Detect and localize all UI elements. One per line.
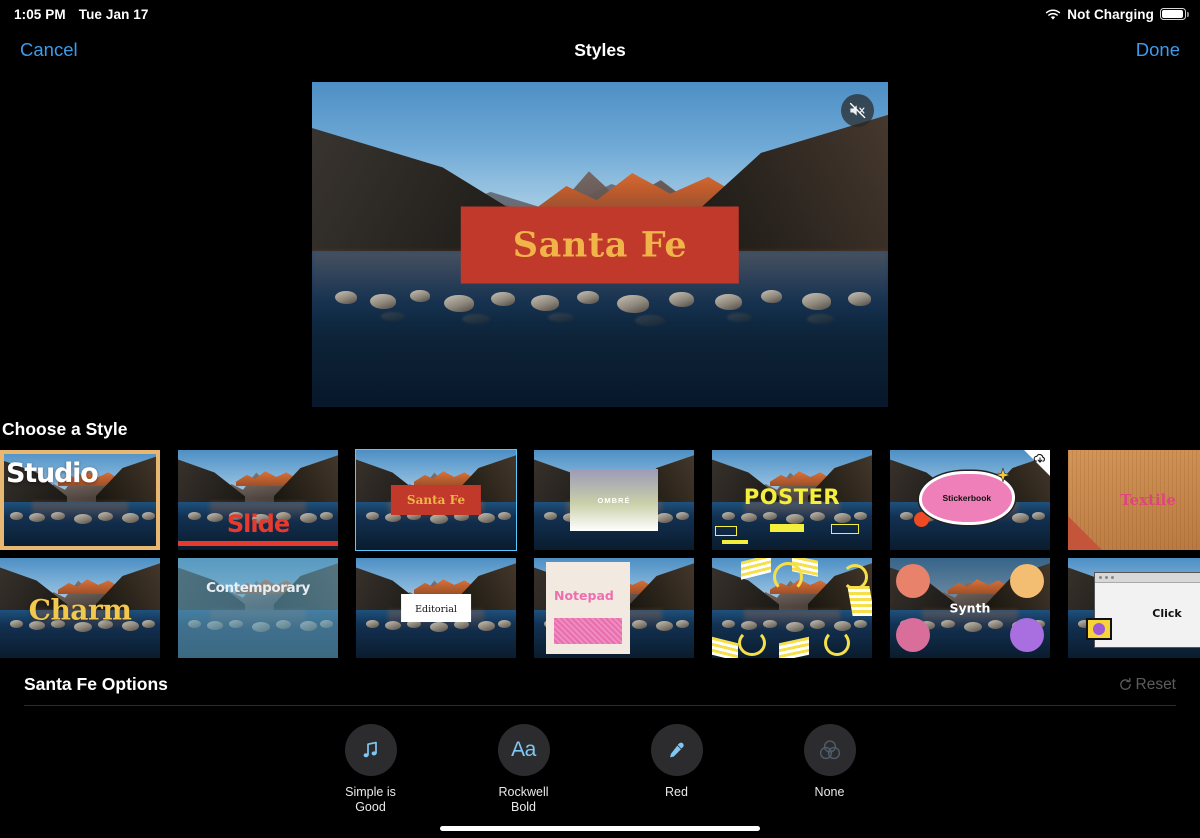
ombre-gradient-card: OMBRÉ bbox=[570, 469, 658, 531]
option-font[interactable]: Aa Rockwell Bold bbox=[469, 724, 579, 815]
status-date: Tue Jan 17 bbox=[78, 6, 149, 22]
status-bar-right: Not Charging bbox=[1045, 6, 1189, 22]
synth-dot-purple bbox=[1010, 618, 1044, 652]
studio-frame bbox=[0, 450, 160, 550]
option-color[interactable]: Red bbox=[622, 724, 732, 815]
style-thumb-studio[interactable]: Studio bbox=[0, 450, 160, 550]
sticker-star-icon bbox=[994, 466, 1012, 487]
style-label-stickerbook: Stickerbook bbox=[942, 493, 992, 503]
poster-deco-bar-2 bbox=[721, 540, 748, 544]
style-thumb-contemporary[interactable]: Contemporary bbox=[178, 558, 338, 658]
preview-rock-reflection bbox=[312, 310, 888, 339]
status-bar: 1:05 PM Tue Jan 17 Not Charging bbox=[0, 0, 1200, 28]
poster-deco-line-2 bbox=[831, 524, 860, 534]
style-thumb-click[interactable]: Click bbox=[1068, 558, 1200, 658]
style-thumb-stickerbook[interactable]: Stickerbook bbox=[890, 450, 1050, 550]
style-thumb-synth[interactable]: Synth bbox=[890, 558, 1050, 658]
options-title: Santa Fe Options bbox=[24, 674, 168, 694]
style-grid: Studio Slide Santa Fe OMBRÉ POSTER Stick… bbox=[0, 449, 1200, 658]
option-font-circle[interactable]: Aa bbox=[497, 724, 550, 776]
option-music-circle[interactable] bbox=[344, 724, 397, 776]
home-indicator[interactable] bbox=[440, 826, 760, 831]
status-bar-left: 1:05 PM Tue Jan 17 bbox=[14, 7, 149, 22]
style-label-synth: Synth bbox=[949, 600, 991, 616]
style-label-charm: Charm bbox=[28, 593, 132, 627]
eyedropper-icon bbox=[669, 742, 684, 758]
style-thumb-santa-fe[interactable]: Santa Fe bbox=[355, 449, 517, 551]
style-label-ombre: OMBRÉ bbox=[597, 495, 631, 505]
pattern-overlay bbox=[712, 558, 872, 658]
done-button[interactable]: Done bbox=[1136, 39, 1180, 61]
reset-label: Reset bbox=[1135, 675, 1177, 693]
style-thumb-charm[interactable]: Charm bbox=[0, 558, 160, 658]
style-thumb-slide[interactable]: Slide bbox=[178, 450, 338, 550]
style-thumb-textile[interactable]: Textile bbox=[1068, 450, 1200, 550]
option-music[interactable]: Simple is Good bbox=[316, 724, 426, 815]
poster-deco-line-1 bbox=[715, 526, 738, 536]
option-filter-circle[interactable] bbox=[803, 724, 856, 776]
text-format-icon: Aa bbox=[511, 738, 536, 761]
style-row-1: Studio Slide Santa Fe OMBRÉ POSTER Stick… bbox=[0, 449, 1200, 551]
notepad-swatch bbox=[554, 618, 622, 644]
style-label-contemporary: Contemporary bbox=[206, 580, 310, 596]
refresh-icon bbox=[1119, 677, 1131, 690]
option-color-circle[interactable] bbox=[650, 724, 703, 776]
navigation-bar: Cancel Styles Done bbox=[0, 28, 1200, 72]
filter-circles-icon bbox=[819, 740, 840, 760]
option-music-label: Simple is Good bbox=[345, 785, 396, 814]
notepad-panel: Notepad bbox=[546, 562, 630, 654]
cancel-button[interactable]: Cancel bbox=[20, 39, 78, 61]
option-filter-label: None bbox=[814, 785, 845, 799]
status-time: 1:05 PM bbox=[14, 6, 66, 22]
style-label-poster: POSTER bbox=[743, 485, 841, 509]
style-label-notepad: Notepad bbox=[554, 588, 614, 603]
music-note-icon bbox=[363, 741, 377, 758]
style-thumb-editorial[interactable]: Editorial bbox=[356, 558, 516, 658]
options-header: Santa Fe Options Reset bbox=[0, 658, 1200, 705]
speaker-mute-icon bbox=[849, 102, 866, 119]
choose-style-heading: Choose a Style bbox=[2, 419, 128, 439]
page-title: Styles bbox=[574, 39, 626, 60]
style-label-slide: Slide bbox=[226, 510, 290, 538]
style-thumb-ombre[interactable]: OMBRÉ bbox=[534, 450, 694, 550]
click-window-titlebar bbox=[1095, 573, 1200, 583]
style-label-textile: Textile bbox=[1120, 491, 1176, 509]
slide-underline bbox=[178, 541, 338, 546]
style-label-santa-fe: Santa Fe bbox=[406, 493, 466, 507]
battery-icon bbox=[1160, 8, 1189, 20]
editorial-title-card: Editorial bbox=[401, 594, 471, 622]
reset-button[interactable]: Reset bbox=[1118, 675, 1177, 694]
poster-deco-bar-1 bbox=[769, 524, 804, 532]
synth-dot-pink bbox=[896, 618, 930, 652]
click-cursor-badge bbox=[1086, 618, 1112, 640]
style-row-2: Charm Contemporary Editorial Notepad Syn… bbox=[0, 558, 1200, 658]
style-thumb-poster[interactable]: POSTER bbox=[712, 450, 872, 550]
preview-area: Santa Fe bbox=[0, 72, 1200, 407]
mute-toggle-button[interactable] bbox=[841, 94, 874, 127]
video-preview[interactable]: Santa Fe bbox=[312, 82, 888, 407]
synth-dot-amber bbox=[1010, 564, 1044, 598]
style-label-editorial: Editorial bbox=[415, 604, 457, 615]
synth-dot-salmon bbox=[896, 564, 930, 598]
textile-corner-left bbox=[1068, 516, 1102, 550]
option-filter[interactable]: None bbox=[775, 724, 885, 815]
wifi-icon bbox=[1045, 9, 1061, 21]
preview-title-card[interactable]: Santa Fe bbox=[460, 206, 740, 283]
options-row: Simple is Good Aa Rockwell Bold Red None bbox=[0, 706, 1200, 815]
santafe-title-card: Santa Fe bbox=[390, 485, 482, 515]
cloud-download-icon[interactable] bbox=[1032, 452, 1048, 473]
option-font-label: Rockwell Bold bbox=[498, 785, 549, 814]
style-thumb-pattern[interactable] bbox=[712, 558, 872, 658]
battery-status-label: Not Charging bbox=[1067, 6, 1154, 22]
style-thumb-notepad[interactable]: Notepad bbox=[534, 558, 694, 658]
option-color-label: Red bbox=[665, 785, 688, 799]
preview-title-text: Santa Fe bbox=[512, 224, 688, 265]
contemporary-tint-overlay bbox=[178, 558, 338, 658]
